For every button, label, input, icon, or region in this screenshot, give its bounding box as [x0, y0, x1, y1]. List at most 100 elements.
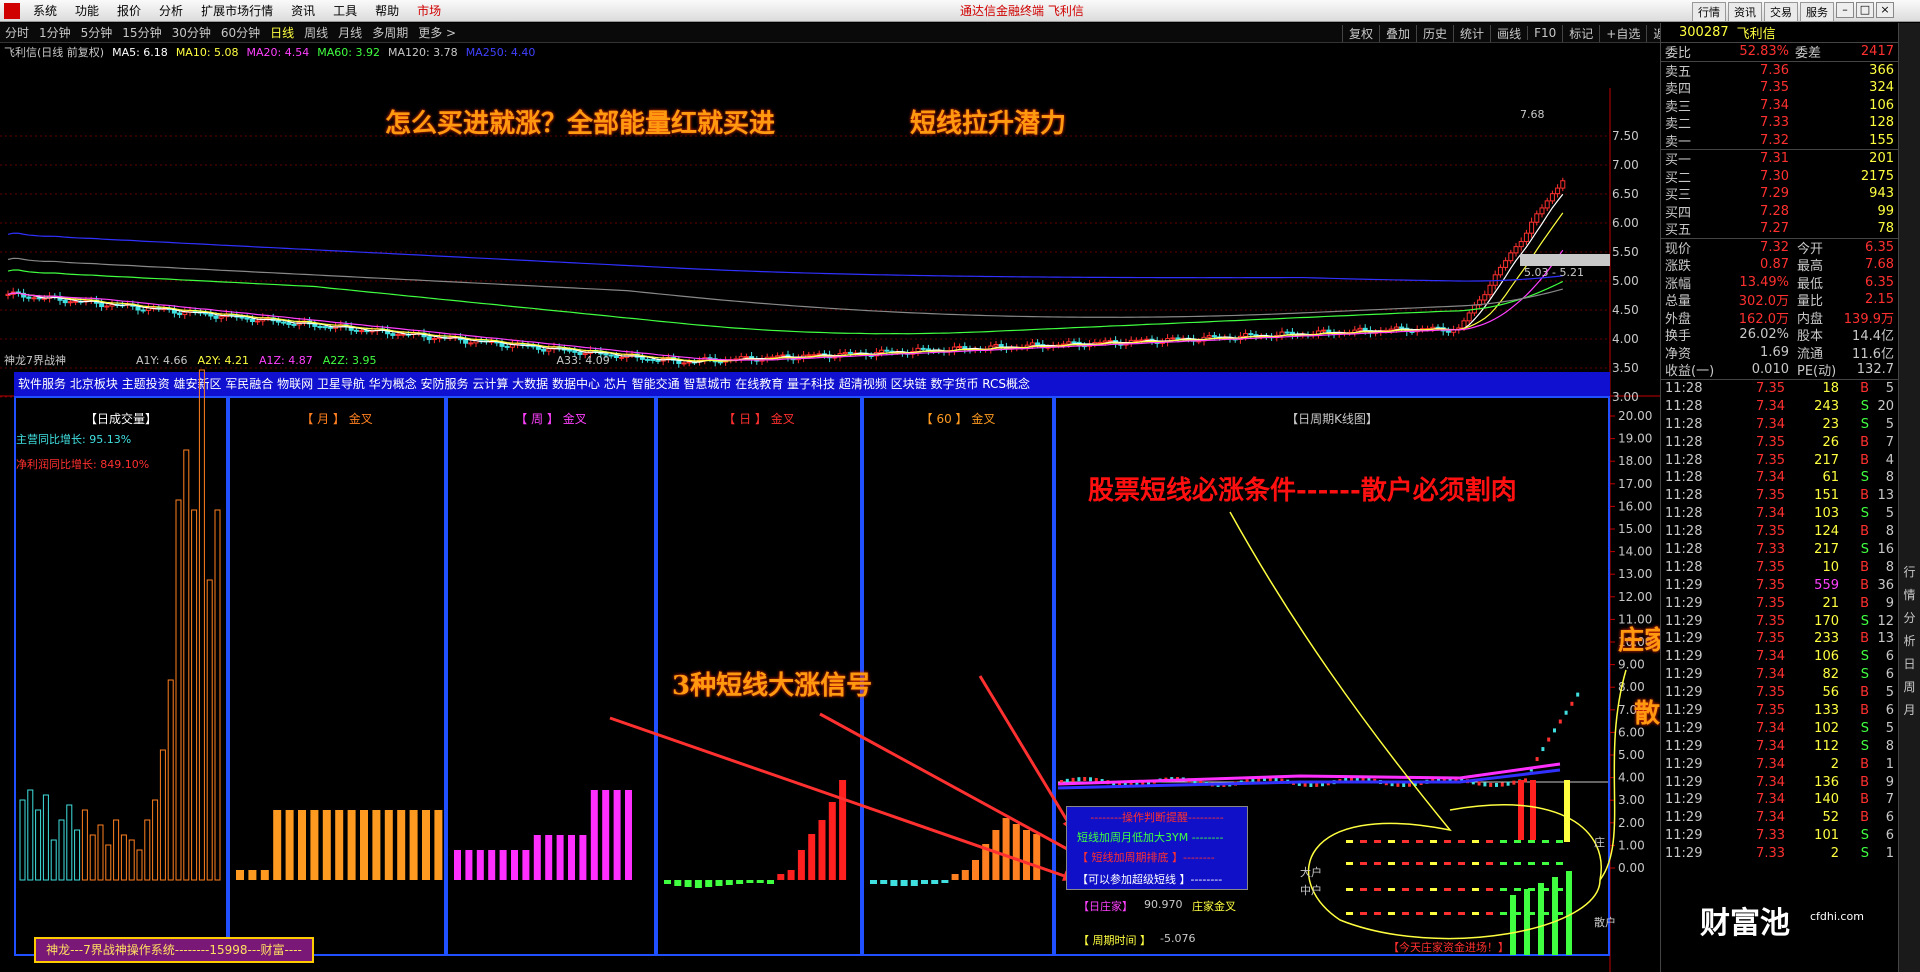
tick-num: 9 — [1885, 774, 1894, 790]
sixty-bar — [992, 830, 1000, 880]
btn-jiaoyi[interactable]: 交易 — [1764, 2, 1798, 22]
close-icon[interactable]: × — [1876, 2, 1894, 18]
btn-zixun[interactable]: 资讯 — [1728, 2, 1762, 22]
zhuang-bar3 — [1564, 780, 1570, 842]
tick-row: 11:29 7.35 559 B 36 — [1661, 576, 1898, 594]
flow-dash — [1388, 840, 1395, 843]
flow-dash — [1360, 840, 1367, 843]
sell-row: 卖一 7.32 155 — [1661, 132, 1898, 150]
buy-row: 买五 7.27 78 — [1661, 220, 1898, 238]
tick-num: 12 — [1877, 613, 1894, 629]
side-nav-item[interactable]: 行 — [1899, 563, 1920, 580]
flow-dash — [1402, 912, 1409, 915]
tick-vol: 136 — [1814, 774, 1839, 790]
side-nav-item[interactable]: 月 — [1899, 701, 1920, 718]
week-bar — [625, 790, 632, 880]
flow-dash — [1472, 888, 1479, 891]
tick-price: 7.35 — [1756, 559, 1785, 575]
buy-row: 买一 7.31 201 — [1661, 150, 1898, 168]
tick-flag: S — [1860, 613, 1869, 629]
weicha-value: 2417 — [1860, 44, 1894, 60]
flow-dash — [1486, 888, 1493, 891]
volume-bar — [27, 789, 34, 881]
tick-row: 11:28 7.33 217 S 16 — [1661, 541, 1898, 559]
mini-candle — [1309, 782, 1313, 787]
info-row: 现价 7.32 今开 6.35 — [1661, 239, 1898, 257]
info-row: 涨跌 0.87 最高 7.68 — [1661, 256, 1898, 274]
flow-dash — [1444, 840, 1451, 843]
tick-flag: S — [1860, 416, 1869, 432]
week-bar — [454, 850, 461, 880]
tick-num: 6 — [1885, 649, 1894, 665]
tick-price: 7.34 — [1756, 506, 1785, 522]
flow-dash — [1500, 912, 1507, 915]
btn-hangqing[interactable]: 行情 — [1692, 2, 1726, 22]
tick-num: 20 — [1877, 398, 1894, 414]
month-bar — [409, 810, 418, 880]
info-label2: 今开 — [1797, 241, 1824, 257]
sixty-bar — [900, 880, 908, 886]
mini-candle — [1506, 781, 1510, 786]
tick-vol: 101 — [1814, 828, 1839, 844]
tick-row: 11:28 7.35 10 B 8 — [1661, 558, 1898, 576]
zhuang-bar2 — [1530, 780, 1536, 840]
week-bar — [590, 790, 598, 880]
flow-dash — [1346, 888, 1353, 891]
tick-time: 11:29 — [1665, 631, 1703, 647]
side-nav-item[interactable]: 析 — [1899, 632, 1920, 649]
tick-vol: 243 — [1814, 398, 1839, 414]
week-bar — [499, 850, 507, 880]
volume-bar — [66, 804, 73, 881]
flow-dash — [1444, 888, 1451, 891]
op-line2: 【 短线加周期排底 】-------- — [1077, 851, 1215, 864]
tick-flag: S — [1860, 738, 1869, 754]
info-value2: 132.7 — [1856, 362, 1894, 378]
buy-row-label: 买二 — [1665, 170, 1692, 186]
tick-list[interactable]: 11:28 7.35 18 B 5 11:28 7.34 243 S 20 11:28 7.34 23 S… — [1661, 378, 1898, 863]
sixty-bar — [1012, 824, 1020, 880]
tick-time: 11:29 — [1665, 810, 1703, 826]
code: 300287 — [1679, 25, 1729, 40]
month-bar — [384, 810, 393, 880]
side-nav-item[interactable]: 情 — [1899, 586, 1920, 603]
mini-candle — [1402, 782, 1406, 787]
op-line3: 【可以参加超级短线 】-------- — [1077, 873, 1223, 886]
day-bar — [797, 850, 805, 880]
flow-dash — [1472, 840, 1479, 843]
tick-flag: B — [1860, 524, 1869, 540]
tick-row: 11:29 7.35 56 B 5 — [1661, 684, 1898, 702]
tick-num: 7 — [1885, 792, 1894, 808]
tick-flag: B — [1860, 792, 1869, 808]
volume-bar — [191, 509, 198, 881]
tick-num: 8 — [1885, 559, 1894, 575]
tick-row: 11:28 7.35 18 B 5 — [1661, 380, 1898, 398]
tick-row: 11:28 7.35 124 B 8 — [1661, 523, 1898, 541]
maximize-icon[interactable]: □ — [1856, 2, 1874, 18]
info-value: 0.87 — [1760, 257, 1789, 273]
tick-row: 11:29 7.35 21 B 9 — [1661, 594, 1898, 612]
tick-num: 6 — [1885, 828, 1894, 844]
info-label: 现价 — [1665, 241, 1692, 257]
side-nav-item[interactable]: 分 — [1899, 609, 1920, 626]
minimize-icon[interactable]: – — [1836, 2, 1854, 18]
tick-vol: 102 — [1814, 720, 1839, 736]
tick-flag: B — [1860, 577, 1869, 593]
tick-num: 1 — [1885, 846, 1894, 862]
flow-dash — [1486, 840, 1493, 843]
operation-panel: --------操作判断提醒--------- 短线加周月低加大3YM ----… — [1066, 806, 1248, 890]
flow-dash — [1528, 862, 1535, 865]
tick-vol: 10 — [1822, 559, 1839, 575]
btn-fuwu[interactable]: 服务 — [1800, 2, 1834, 22]
volume-bar — [105, 844, 112, 881]
side-nav-item[interactable]: 周 — [1899, 678, 1920, 695]
flow-dash — [1514, 862, 1521, 865]
side-nav-item[interactable]: 日 — [1899, 655, 1920, 672]
info-row: 净资 1.69 流通 11.6亿 — [1661, 344, 1898, 362]
info-label2: 流通 — [1797, 346, 1824, 362]
tick-row: 11:29 7.34 140 B 7 — [1661, 791, 1898, 809]
tick-price: 7.35 — [1756, 702, 1785, 718]
buy-row: 买三 7.29 943 — [1661, 185, 1898, 203]
tick-price: 7.34 — [1756, 649, 1785, 665]
flow-dash — [1402, 862, 1409, 865]
watermark: 财富池 — [1700, 906, 1790, 941]
